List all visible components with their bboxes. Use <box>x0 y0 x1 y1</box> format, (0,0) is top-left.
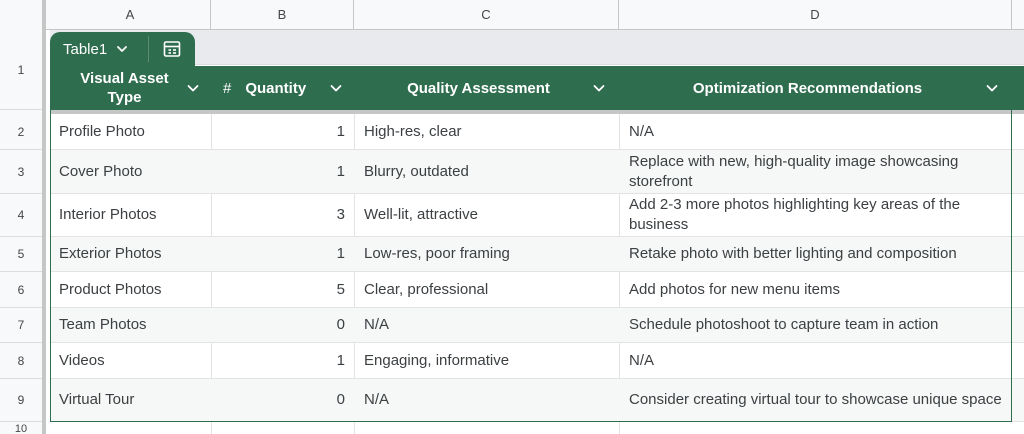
table-body: Profile Photo 1 High-res, clear N/A Cove… <box>50 114 1024 434</box>
header-quantity[interactable]: # Quantity <box>211 66 354 110</box>
row-header-gutter: 1 2 3 4 5 6 7 8 9 10 <box>0 30 46 434</box>
cell-quality[interactable]: N/A <box>364 308 614 342</box>
row-header-7[interactable]: 7 <box>0 308 42 343</box>
column-header-b[interactable]: B <box>211 0 354 30</box>
row-header-8[interactable]: 8 <box>0 343 42 379</box>
table-row: Product Photos 5 Clear, professional Add… <box>50 272 1024 308</box>
cell-quantity[interactable]: 5 <box>211 272 345 307</box>
table-tab-band <box>50 30 1024 65</box>
cell-recommendation[interactable]: Add 2-3 more photos highlighting key are… <box>629 194 1009 236</box>
cell-quantity[interactable]: 1 <box>211 114 345 149</box>
cell-quantity[interactable]: 1 <box>211 150 345 193</box>
header-visual-asset-type[interactable]: Visual Asset Type <box>50 66 211 110</box>
cell-quantity[interactable]: 0 <box>211 308 345 342</box>
cell-quantity[interactable]: 1 <box>211 343 345 378</box>
chevron-down-icon[interactable] <box>984 80 1000 96</box>
cell-quality[interactable]: N/A <box>364 379 614 421</box>
tab-divider <box>148 36 149 62</box>
cell-asset-type[interactable]: Virtual Tour <box>59 379 209 421</box>
cell-quality[interactable]: Engaging, informative <box>364 343 614 378</box>
cell-asset-type[interactable]: Cover Photo <box>59 150 209 193</box>
chevron-down-icon[interactable] <box>185 80 201 96</box>
row-header-6[interactable]: 6 <box>0 272 42 308</box>
cell-quality[interactable]: Low-res, poor framing <box>364 237 614 271</box>
table-name: Table1 <box>63 40 108 58</box>
cell-asset-type[interactable]: Profile Photo <box>59 114 209 149</box>
row-header-1[interactable]: 1 <box>0 30 42 110</box>
cell-recommendation[interactable]: Schedule photoshoot to capture team in a… <box>629 308 1009 342</box>
cell-quality[interactable]: Well-lit, attractive <box>364 194 614 236</box>
cell-quantity[interactable]: 1 <box>211 237 345 271</box>
select-all-corner[interactable] <box>0 0 46 30</box>
chevron-down-icon[interactable] <box>591 80 607 96</box>
cell-asset-type[interactable]: Product Photos <box>59 272 209 307</box>
chevron-down-icon[interactable] <box>115 42 129 56</box>
header-label: Quality Assessment <box>407 79 550 97</box>
cell-quality[interactable]: High-res, clear <box>364 114 614 149</box>
cell-recommendation[interactable]: Retake photo with better lighting and co… <box>629 237 1009 271</box>
header-quality-assessment[interactable]: Quality Assessment <box>354 66 619 110</box>
table-name-tab[interactable]: Table1 <box>50 32 195 66</box>
cell-recommendation[interactable]: N/A <box>629 114 1009 149</box>
cell-recommendation[interactable]: Add photos for new menu items <box>629 272 1009 307</box>
table-row: Team Photos 0 N/A Schedule photoshoot to… <box>50 308 1024 343</box>
row-header-10[interactable]: 10 <box>0 422 42 434</box>
cell-recommendation[interactable]: Replace with new, high-quality image sho… <box>629 150 1009 193</box>
row-header-4[interactable]: 4 <box>0 194 42 237</box>
chevron-down-icon[interactable] <box>328 80 344 96</box>
cell-quantity[interactable]: 3 <box>211 194 345 236</box>
cell-quantity[interactable]: 0 <box>211 379 345 421</box>
header-label: Quantity <box>245 79 307 97</box>
table-grid-icon[interactable] <box>162 39 182 59</box>
row-header-2[interactable]: 2 <box>0 114 42 150</box>
cell-asset-type[interactable]: Interior Photos <box>59 194 209 236</box>
table-row: Interior Photos 3 Well-lit, attractive A… <box>50 194 1024 237</box>
table-header-row: Visual Asset Type # Quantity Quality Ass… <box>50 66 1024 110</box>
row-header-3[interactable]: 3 <box>0 150 42 194</box>
table-row: Cover Photo 1 Blurry, outdated Replace w… <box>50 150 1024 194</box>
cell-asset-type[interactable]: Team Photos <box>59 308 209 342</box>
column-header-d[interactable]: D <box>619 0 1012 30</box>
row-header-9[interactable]: 9 <box>0 379 42 422</box>
header-label: Optimization Recommendations <box>692 79 923 97</box>
cell-recommendation[interactable]: N/A <box>629 343 1009 378</box>
header-label: Visual Asset Type <box>80 70 169 106</box>
cell-asset-type[interactable]: Videos <box>59 343 209 378</box>
cell-quality[interactable]: Clear, professional <box>364 272 614 307</box>
column-header-bar: A B C D <box>0 0 1024 30</box>
column-header-a[interactable]: A <box>50 0 211 30</box>
table-row: Virtual Tour 0 N/A Consider creating vir… <box>50 379 1024 422</box>
table-row: Videos 1 Engaging, informative N/A <box>50 343 1024 379</box>
header-optimization-recommendations[interactable]: Optimization Recommendations <box>619 66 1012 110</box>
row-header-5[interactable]: 5 <box>0 237 42 272</box>
number-type-icon: # <box>223 79 232 97</box>
cell-recommendation[interactable]: Consider creating virtual tour to showca… <box>629 379 1009 421</box>
column-header-c[interactable]: C <box>354 0 619 30</box>
table-row: Exterior Photos 1 Low-res, poor framing … <box>50 237 1024 272</box>
cell-asset-type[interactable]: Exterior Photos <box>59 237 209 271</box>
table-row: Profile Photo 1 High-res, clear N/A <box>50 114 1024 150</box>
cell-quality[interactable]: Blurry, outdated <box>364 150 614 193</box>
